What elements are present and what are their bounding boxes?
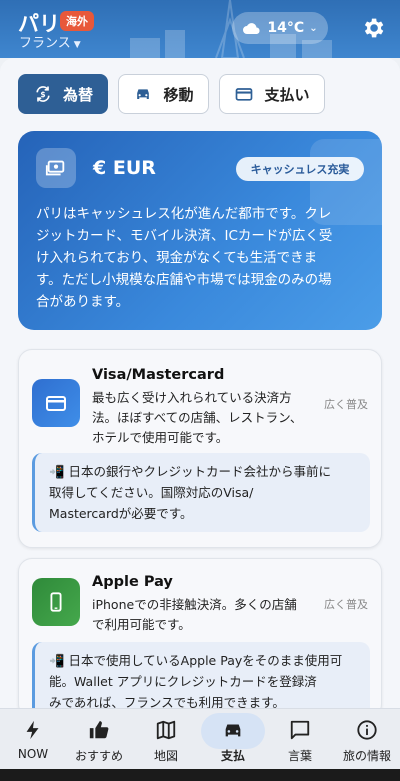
map-icon xyxy=(156,720,176,740)
car-icon xyxy=(137,89,150,99)
gear-icon[interactable] xyxy=(360,15,386,41)
thumbs-up-icon xyxy=(89,720,109,739)
desc-line: ジットカード、モバイル決済、ICカードが広く受 xyxy=(36,228,333,244)
payment-card-visa[interactable]: Visa/Mastercard 広く普及 最も広く受け入れられている決済方 法。… xyxy=(18,349,382,548)
cash-icon xyxy=(45,160,65,176)
card-icon xyxy=(236,88,253,101)
payment-name: Apple Pay xyxy=(92,574,173,590)
smartphone-icon-box xyxy=(32,578,80,626)
nav-label: 旅の情報 xyxy=(342,749,391,763)
note-line: 📲 日本で使用しているApple Payをそのまま使用可 xyxy=(49,653,343,668)
tab-label: 支払い xyxy=(264,85,310,104)
desc-line: iPhoneでの非接触決済。多くの店舗 xyxy=(92,597,297,612)
app-header: パリ 海外 フランス ▼ 14°C ⌄ xyxy=(0,0,400,58)
nav-item-travel-info[interactable]: 旅の情報 xyxy=(334,709,400,770)
bolt-icon xyxy=(26,720,39,740)
car-icon xyxy=(225,724,241,737)
cash-icon-box xyxy=(36,148,76,188)
currency-description: パリはキャッシュレス化が進んだ都市です。クレ ジットカード、モバイル決済、ICカ… xyxy=(36,203,372,313)
info-icon xyxy=(357,720,377,740)
nav-item-recommend[interactable]: おすすめ xyxy=(66,709,132,770)
payment-name: Visa/Mastercard xyxy=(92,367,225,383)
nav-item-payment[interactable]: 支払 xyxy=(200,709,266,770)
weather-chip[interactable]: 14°C ⌄ xyxy=(232,12,328,44)
tab-payment[interactable]: 支払い xyxy=(219,74,325,114)
nav-label: 地図 xyxy=(153,749,178,763)
weather-temp: 14°C xyxy=(267,20,305,36)
payment-tag: 広く普及 xyxy=(324,398,368,411)
desc-line: す。ただし小規模な店舗や市場では現金のみの場 xyxy=(36,272,332,288)
note-line: 📲 日本の銀行やクレジットカード会社から事前に xyxy=(49,464,332,479)
country-name: フランス xyxy=(19,36,71,51)
nav-label: NOW xyxy=(17,747,49,761)
system-bar xyxy=(0,769,400,781)
desc-line: 合があります。 xyxy=(36,294,130,310)
tab-label: 移動 xyxy=(163,85,194,104)
payment-description: iPhoneでの非接触決済。多くの店舗 で利用可能です。 xyxy=(92,595,322,635)
cashless-badge: キャッシュレス充実 xyxy=(236,157,364,181)
bottom-navigation: NOW おすすめ 地図 支払 言葉 旅の情報 xyxy=(0,708,400,769)
smartphone-icon xyxy=(50,592,62,612)
chevron-down-icon: ▼ xyxy=(73,40,81,50)
desc-line: ホテルで使用可能です。 xyxy=(92,430,229,445)
chevron-down-icon: ⌄ xyxy=(309,22,318,34)
note-line: Mastercardが必要です。 xyxy=(49,506,193,521)
nav-label: おすすめ xyxy=(74,749,123,763)
desc-line: で利用可能です。 xyxy=(92,617,191,632)
country-selector[interactable]: フランス ▼ xyxy=(19,32,81,51)
credit-card-icon xyxy=(46,396,66,411)
desc-line: け入れられており、現金がなくても生活できま xyxy=(36,250,318,266)
payment-tag: 広く普及 xyxy=(324,598,368,611)
payment-note: 📲 日本の銀行やクレジットカード会社から事前に 取得してください。国際対応のVi… xyxy=(32,453,370,532)
tab-exchange[interactable]: $ 為替 xyxy=(18,74,108,114)
tab-transport[interactable]: 移動 xyxy=(118,74,209,114)
currency-card: € EUR キャッシュレス充実 パリはキャッシュレス化が進んだ都市です。クレ ジ… xyxy=(18,131,382,330)
cloud-sun-icon xyxy=(243,23,260,34)
nav-item-phrases[interactable]: 言葉 xyxy=(267,709,333,770)
svg-text:$: $ xyxy=(40,90,45,99)
currency-exchange-icon: $ xyxy=(36,86,50,102)
nav-label: 言葉 xyxy=(287,749,312,763)
nav-label: 支払 xyxy=(220,749,245,763)
chat-icon xyxy=(290,720,310,740)
note-line: 能。Wallet アプリにクレジットカードを登録済 xyxy=(49,674,317,689)
nav-item-map[interactable]: 地図 xyxy=(133,709,199,770)
tab-label: 為替 xyxy=(62,85,93,104)
credit-card-icon-box xyxy=(32,379,80,427)
desc-line: パリはキャッシュレス化が進んだ都市です。クレ xyxy=(36,206,332,222)
currency-title: € EUR xyxy=(93,157,156,179)
desc-line: 最も広く受け入れられている決済方 xyxy=(92,390,292,405)
overseas-badge: 海外 xyxy=(60,11,94,31)
payment-note: 📲 日本で使用しているApple Payをそのまま使用可 能。Wallet アプ… xyxy=(32,642,370,717)
payment-card-apple-pay[interactable]: Apple Pay 広く普及 iPhoneでの非接触決済。多くの店舗 で利用可能… xyxy=(18,558,382,718)
desc-line: 法。ほぼすべての店舗、レストラン、 xyxy=(92,410,303,425)
payment-description: 最も広く受け入れられている決済方 法。ほぼすべての店舗、レストラン、 ホテルで使… xyxy=(92,388,322,448)
nav-item-now[interactable]: NOW xyxy=(0,709,66,770)
note-line: 取得してください。国際対応のVisa/ xyxy=(49,485,254,500)
